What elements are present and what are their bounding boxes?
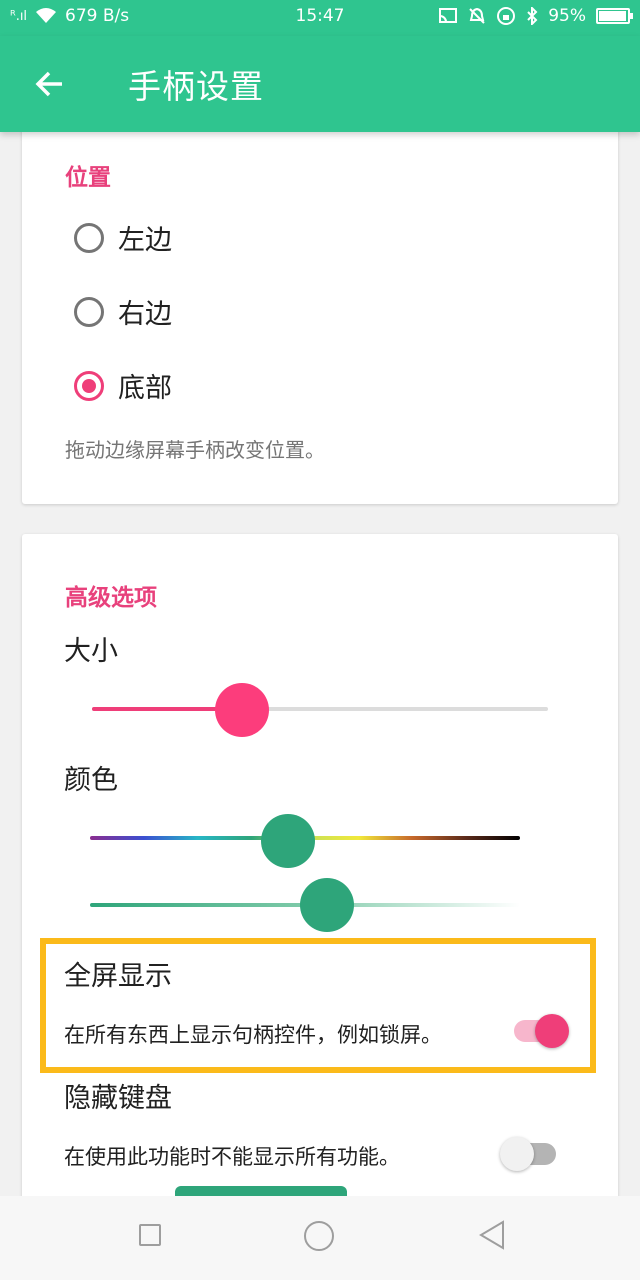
hide-keyboard-title: 隐藏键盘	[64, 1083, 172, 1114]
home-icon[interactable]	[304, 1221, 334, 1251]
back-button[interactable]	[28, 62, 72, 106]
status-bar: ᴿ.ıl 679 B/s 15:47 95%	[0, 0, 640, 36]
battery-icon	[596, 8, 633, 24]
highlight-box	[40, 938, 596, 1073]
saturation-slider-thumb[interactable]	[299, 878, 354, 932]
position-card: 位置 左边 右边 底部 拖动边缘屏幕手柄改变位置。	[22, 118, 618, 504]
arrow-back-icon	[35, 71, 62, 97]
radio-right[interactable]: 右边	[74, 292, 172, 331]
size-label: 大小	[64, 636, 118, 667]
page-title: 手柄设置	[128, 67, 264, 106]
navigation-bar	[0, 1196, 640, 1280]
radio-button-selected[interactable]	[74, 370, 104, 401]
advanced-section-title: 高级选项	[65, 585, 157, 611]
radio-label: 右边	[118, 299, 172, 330]
radio-button[interactable]	[74, 222, 104, 253]
radio-left[interactable]: 左边	[74, 218, 172, 257]
battery-percent: 95%	[548, 6, 586, 26]
bluetooth-icon	[527, 7, 538, 25]
position-section-title: 位置	[65, 165, 111, 191]
radio-label: 左边	[118, 225, 172, 256]
recents-icon[interactable]	[139, 1224, 161, 1246]
radio-button[interactable]	[74, 296, 104, 327]
back-triangle-icon[interactable]	[478, 1220, 506, 1250]
radio-label: 底部	[118, 373, 172, 404]
app-toolbar: 手柄设置	[0, 36, 640, 132]
status-right: 95%	[438, 6, 633, 26]
cast-icon	[439, 8, 458, 23]
position-hint: 拖动边缘屏幕手柄改变位置。	[65, 438, 325, 462]
hide-keyboard-switch-thumb[interactable]	[500, 1137, 534, 1171]
hue-slider-thumb[interactable]	[260, 814, 315, 868]
color-label: 颜色	[64, 765, 118, 796]
rotation-lock-icon	[497, 7, 516, 25]
mute-bell-icon	[469, 7, 485, 24]
hide-keyboard-desc: 在使用此功能时不能显示所有功能。	[64, 1145, 400, 1169]
radio-bottom[interactable]: 底部	[74, 366, 172, 405]
